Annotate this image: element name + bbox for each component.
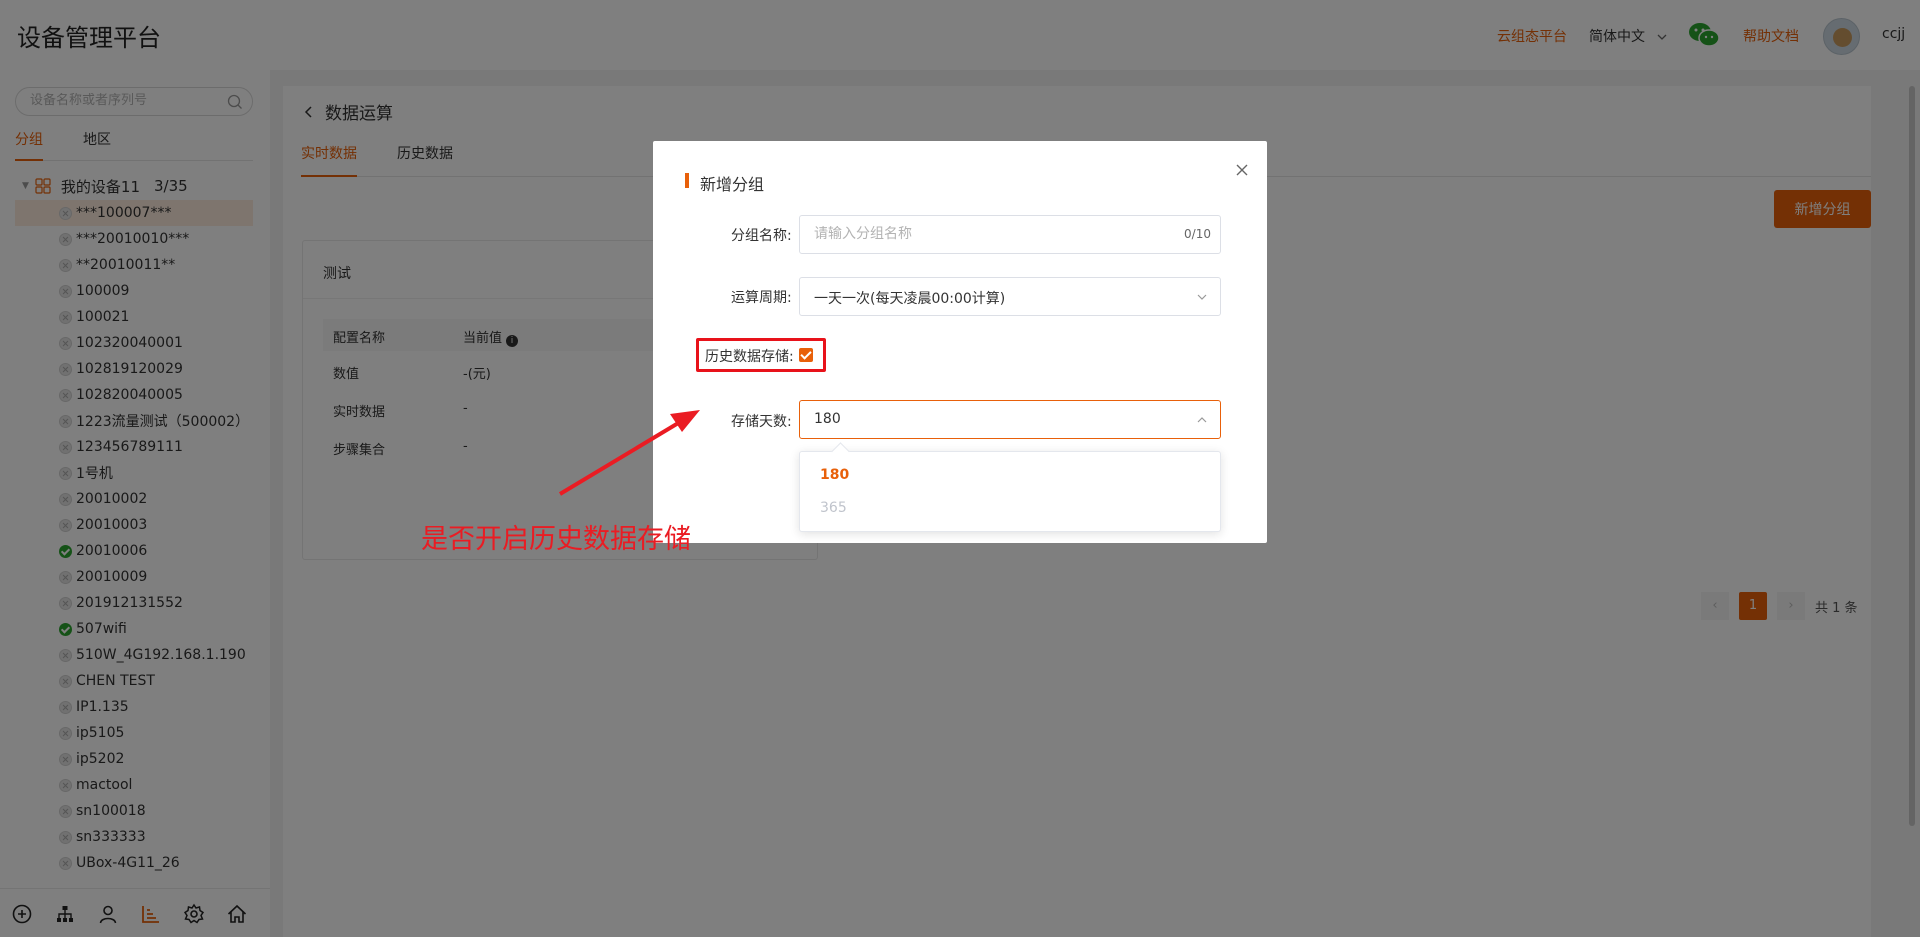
close-icon[interactable]	[1233, 161, 1251, 179]
option-365[interactable]: 365	[820, 500, 847, 516]
group-name-input[interactable]	[814, 226, 1154, 242]
storage-days-select[interactable]: 180	[799, 400, 1221, 439]
title-accent-bar	[685, 173, 689, 188]
chevron-down-icon	[1197, 294, 1207, 300]
storage-days-value: 180	[814, 411, 841, 427]
group-name-label: 分组名称:	[731, 228, 792, 244]
storage-days-label: 存储天数:	[731, 414, 792, 430]
storage-days-dropdown: 180 365	[799, 451, 1221, 532]
period-select[interactable]: 一天一次(每天凌晨00:00计算)	[799, 277, 1221, 316]
period-label: 运算周期:	[731, 290, 792, 306]
char-count: 0/10	[1184, 227, 1211, 241]
modal-title: 新增分组	[700, 175, 765, 194]
period-value: 一天一次(每天凌晨00:00计算)	[814, 291, 1006, 307]
history-storage-label: 历史数据存储:	[705, 349, 794, 365]
annotation-text: 是否开启历史数据存储	[421, 524, 691, 555]
chevron-up-icon	[1197, 417, 1207, 423]
option-180[interactable]: 180	[820, 467, 849, 483]
history-storage-checkbox[interactable]	[799, 348, 813, 362]
history-storage-highlight: 历史数据存储:	[696, 338, 826, 372]
group-name-field[interactable]: 0/10	[799, 215, 1221, 254]
